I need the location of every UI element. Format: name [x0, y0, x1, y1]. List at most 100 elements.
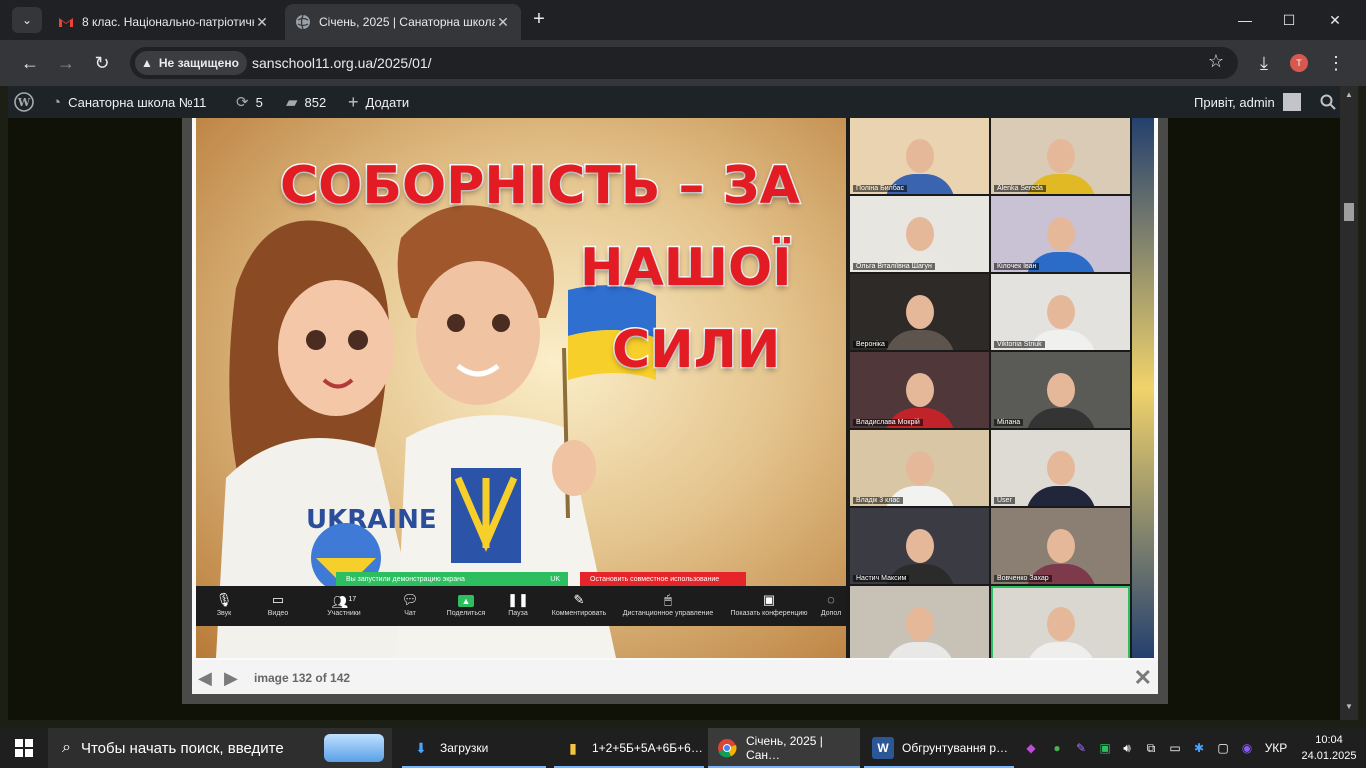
language-indicator[interactable]: УКР [1260, 728, 1292, 768]
tab-title: Січень, 2025 | Санаторна школа №11 [319, 15, 495, 29]
maximize-button[interactable]: ☐ [1266, 0, 1312, 40]
avatar [1282, 93, 1301, 111]
participant-tile[interactable]: Кілочек Іван [991, 196, 1130, 272]
taskbar-app-downloads[interactable]: ⬇ Загрузки [402, 728, 546, 768]
close-window-button[interactable]: ✕ [1312, 0, 1358, 40]
comments-link[interactable]: ▰ 852 [286, 86, 326, 118]
site-name-link[interactable]: ◔ Санаторна школа №11 [52, 86, 206, 118]
participant-tile[interactable]: Ольга Віталіївна Шагун [850, 196, 989, 272]
audio-button[interactable]: 🎙︎ Звук [196, 590, 252, 624]
globe-icon [296, 14, 310, 30]
updates-link[interactable]: ⟳ 5 [236, 86, 263, 118]
add-new-link[interactable]: + Додати [348, 86, 409, 118]
minimize-button[interactable]: — [1222, 0, 1268, 40]
slide-title-line3: СИЛИ [610, 319, 781, 382]
add-new-label: Додати [365, 94, 410, 110]
back-button[interactable]: ← [18, 51, 42, 75]
taskbar-app-folder[interactable]: ▮ 1+2+5Б+5А+6Б+6… [554, 728, 704, 768]
tray-settings-icon[interactable]: ✱ [1188, 728, 1210, 768]
lightbox-caption: image 132 of 142 [254, 671, 351, 685]
search-icon [1320, 94, 1336, 110]
participant-tile[interactable]: User [991, 430, 1130, 506]
participant-tile[interactable]: Мілана [991, 352, 1130, 428]
remote-control-button[interactable]: 🖱︎ Дистанционное управление [616, 590, 720, 624]
address-bar[interactable]: ▲ Не защищено sanschool11.org.ua/2025/01… [130, 47, 1238, 79]
scroll-up-icon[interactable]: ▲ [1340, 90, 1358, 99]
close-icon: ✕ [1133, 665, 1152, 690]
video-icon: ▭ [271, 592, 285, 607]
participants-button[interactable]: 👥︎17 Участники [314, 590, 374, 624]
close-icon[interactable]: ✕ [254, 14, 270, 31]
annotate-button[interactable]: ✎ Комментировать [546, 590, 612, 624]
participant-tile-active-speaker[interactable] [991, 586, 1130, 658]
clock-time: 10:04 [1315, 734, 1343, 746]
my-account-link[interactable]: Привіт, admin [1194, 86, 1301, 118]
search-highlight-image [324, 734, 384, 762]
taskbar-app-label: Січень, 2025 | Сан… [745, 734, 823, 762]
clock[interactable]: 10:04 24.01.2025 [1298, 732, 1360, 764]
monitor-icon[interactable]: ▢ [1212, 728, 1234, 768]
lightbox-close-button[interactable]: ✕ [1134, 665, 1152, 691]
share-notice-bar: Вы запустили демонстрацию экрана UK [336, 572, 568, 586]
taskbar-search[interactable]: ⌕ Чтобы начать поиск, введите [48, 728, 392, 768]
participant-tile[interactable]: Настич Максим [850, 508, 989, 584]
volume-icon[interactable]: 🔊︎ [1116, 728, 1138, 768]
participant-name: Ольга Віталіївна Шагун [853, 263, 935, 270]
admin-search-button[interactable] [1320, 86, 1336, 118]
tray-app-icon[interactable]: ◆ [1020, 728, 1042, 768]
taskbar-app-chrome[interactable]: Січень, 2025 | Сан… [708, 728, 860, 768]
reload-button[interactable]: ↻ [90, 51, 114, 75]
battery-icon[interactable]: ▭ [1164, 728, 1186, 768]
participant-tile[interactable]: Вовченко Захар [991, 508, 1130, 584]
participant-tile[interactable]: Viktoriia Striuk [991, 274, 1130, 350]
taskbar-app-label: 1+2+5Б+5А+6Б+6… [592, 741, 703, 755]
participant-tile[interactable]: Поліна Билбас [850, 118, 989, 194]
wordpress-logo[interactable]: W [14, 86, 34, 118]
participant-name: Viktoriia Striuk [994, 341, 1045, 348]
participant-tile[interactable]: Вероніка [850, 274, 989, 350]
bookmark-star-icon[interactable]: ☆ [1208, 51, 1224, 72]
menu-button[interactable]: ⋮ [1324, 51, 1348, 75]
lightbox-next-button[interactable]: ▶ [224, 668, 238, 689]
network-icon[interactable]: ⧉ [1140, 728, 1162, 768]
tab-gmail[interactable]: 8 клас. Національно-патріотичне… ✕ [48, 4, 280, 40]
profile-avatar[interactable]: T [1290, 54, 1308, 72]
tab-current[interactable]: Січень, 2025 | Санаторна школа №11 ✕ [285, 4, 521, 40]
participant-name: Вероніка [853, 341, 888, 348]
slide-poster: UKRAINE СОБОРНІСТЬ – ЗА НАШОЇ СИЛИ Вы за… [196, 118, 846, 658]
tray-torrent-icon[interactable]: ● [1046, 728, 1068, 768]
security-chip[interactable]: ▲ Не защищено [135, 51, 247, 75]
tab-search-button[interactable]: ⌄ [12, 7, 42, 33]
participant-tile[interactable]: Владік 3 клас [850, 430, 989, 506]
close-icon[interactable]: ✕ [495, 14, 511, 31]
participant-tile[interactable]: Alenka Sereda [991, 118, 1130, 194]
lightbox-prev-button[interactable]: ◀ [198, 668, 212, 689]
new-tab-button[interactable]: + [528, 8, 550, 30]
downloads-button[interactable]: ⤓ [1252, 51, 1276, 75]
arrow-right-icon: → [57, 52, 75, 73]
url-text[interactable]: sanschool11.org.ua/2025/01/ [252, 55, 432, 71]
lightbox-image[interactable]: UKRAINE СОБОРНІСТЬ – ЗА НАШОЇ СИЛИ Вы за… [196, 118, 1154, 658]
participant-tile[interactable]: Владислава Мокрій [850, 352, 989, 428]
chat-button[interactable]: 💬︎ Чат [382, 590, 438, 624]
show-meeting-button[interactable]: ▣ Показать конференцию [724, 590, 814, 624]
pause-button[interactable]: ❚❚ Пауза [496, 590, 540, 624]
start-button[interactable] [0, 728, 48, 768]
share-language: UK [550, 575, 560, 583]
scroll-thumb[interactable] [1344, 203, 1354, 221]
taskbar-app-word[interactable]: W Обгрунтування р… [864, 728, 1014, 768]
scroll-down-icon[interactable]: ▼ [1340, 702, 1358, 711]
video-button[interactable]: ▭ Видео [246, 590, 310, 624]
page-scrollbar[interactable]: ▲ ▼ [1340, 86, 1358, 720]
share-screen-button[interactable]: ▲ Поделиться [436, 590, 496, 624]
more-button[interactable]: ◌ Допол [816, 590, 846, 624]
search-icon: ⌕ [62, 739, 71, 756]
tray-viber-icon[interactable]: ◉ [1236, 728, 1258, 768]
plus-icon: + [348, 91, 359, 112]
stop-share-button[interactable]: Остановить совместное использование [580, 572, 746, 586]
tray-feather-icon[interactable]: ✎ [1070, 728, 1092, 768]
forward-button[interactable]: → [54, 51, 78, 75]
tray-green-app-icon[interactable]: ▣ [1094, 728, 1116, 768]
participant-tile[interactable] [850, 586, 989, 658]
more-icon: ◌ [827, 592, 835, 607]
